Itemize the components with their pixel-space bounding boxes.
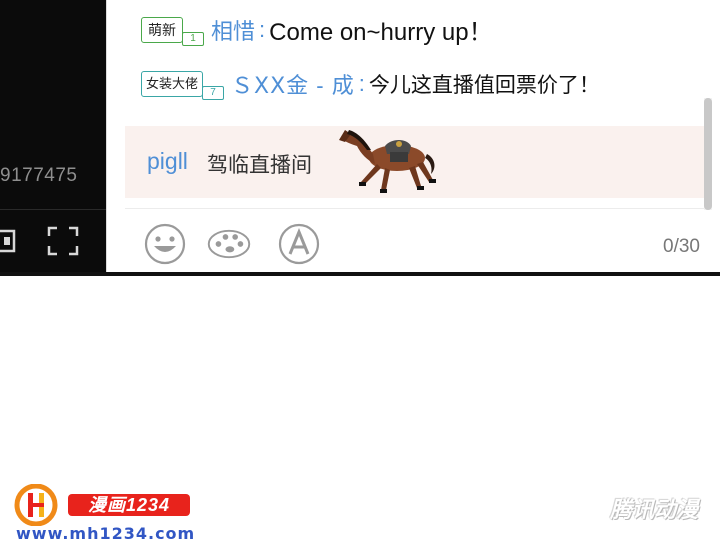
scrollbar-thumb[interactable]	[704, 98, 712, 210]
notice-username[interactable]: pigll	[147, 148, 188, 175]
picture-in-picture-icon[interactable]	[0, 228, 20, 254]
font-a-icon[interactable]	[277, 222, 321, 266]
char-counter: 0/30	[663, 236, 700, 257]
input-divider	[125, 208, 705, 209]
site-url[interactable]: www.mh1234.com	[16, 524, 195, 543]
fan-badge[interactable]: 女装大佬 7	[141, 71, 225, 100]
chat-message: 女装大佬 7 ＳⅩⅩ金 - 成 : 今儿这直播值回票价了！	[141, 68, 600, 100]
mh1234-badge: 漫画1234	[68, 494, 190, 516]
chat-panel: 萌新 1 相惜 : Come on~hurry up！ 女装大佬 7 ＳⅩⅩ金 …	[106, 0, 720, 274]
palette-icon[interactable]	[207, 222, 251, 266]
entry-notice: pigll 驾临直播间	[125, 126, 705, 198]
panel-bottom-border	[0, 272, 720, 276]
notice-text: 驾临直播间	[207, 154, 312, 177]
smile-icon[interactable]	[143, 222, 187, 266]
chat-text: 今儿这直播值回票价了！	[368, 74, 600, 97]
colon-separator: :	[358, 71, 365, 96]
video-player[interactable]: 9177475	[0, 0, 106, 274]
mh1234-logo-icon	[14, 484, 58, 526]
fan-badge-level: 7	[202, 86, 225, 100]
chat-text: Come on~hurry up！	[269, 19, 493, 46]
fan-badge-level: 1	[182, 31, 204, 46]
fan-badge[interactable]: 萌新 1	[141, 16, 204, 46]
controls-divider	[0, 209, 106, 210]
colon-separator: :	[259, 16, 266, 42]
fan-badge-label: 女装大佬	[146, 76, 199, 91]
viewer-count: 9177475	[0, 165, 78, 186]
chat-username[interactable]: 相惜	[211, 14, 255, 46]
fullscreen-icon[interactable]	[47, 226, 79, 256]
horse-mount-icon	[339, 130, 436, 193]
tencent-comic-watermark: 腾讯动漫	[609, 497, 698, 522]
chat-username[interactable]: ＳⅩⅩ金 - 成	[231, 68, 355, 100]
fan-badge-label: 萌新	[148, 21, 176, 38]
chat-message: 萌新 1 相惜 : Come on~hurry up！	[141, 12, 493, 47]
